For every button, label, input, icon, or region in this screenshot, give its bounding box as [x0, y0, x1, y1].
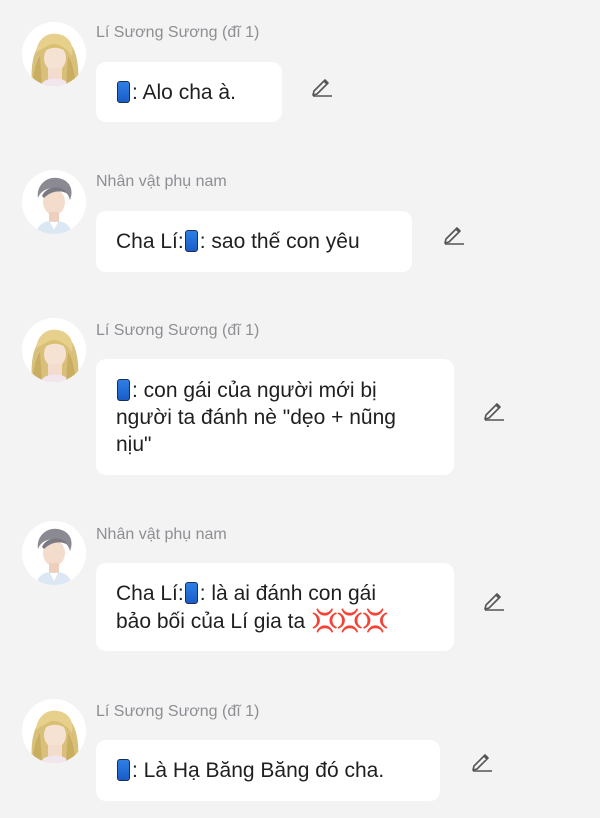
girl-portrait-icon — [22, 22, 86, 86]
sender-name: Lí Sương Sương (đĩ 1) — [96, 703, 260, 720]
edit-message-button[interactable] — [482, 588, 506, 612]
mobile-phone-emoji-icon — [184, 581, 198, 604]
chat-thread: Lí Sương Sương (đĩ 1) : Alo cha à. Nhân … — [0, 0, 600, 818]
message-line: bảo bối của Lí gia ta 💢💢💢 — [116, 607, 389, 635]
sender-name: Nhân vật phụ nam — [96, 173, 227, 190]
mobile-phone-emoji-icon — [117, 378, 130, 401]
edit-message-button[interactable] — [442, 222, 466, 246]
edit-message-button[interactable] — [482, 398, 506, 422]
man-portrait-icon — [22, 170, 86, 234]
message-line: người ta đánh nè "dẹo + nũng — [116, 405, 396, 429]
pencil-edit-icon — [444, 227, 464, 245]
avatar-girl[interactable] — [22, 22, 86, 86]
mobile-phone-emoji-icon — [117, 759, 130, 781]
message-bubble[interactable]: : Alo cha à. — [96, 62, 282, 122]
message-text: : Alo cha à. — [116, 79, 236, 106]
pencil-edit-icon — [484, 403, 504, 421]
message-text: : con gái của người mới bị người ta đánh… — [116, 377, 396, 458]
man-portrait-icon — [22, 521, 86, 585]
avatar-man[interactable] — [22, 170, 86, 234]
message-text-content: : sao thế con yêu — [199, 230, 360, 253]
message-text-content: : Alo cha à. — [132, 80, 236, 104]
message-text-content: bảo bối của Lí gia ta — [116, 609, 306, 633]
message-text: Cha Lí: : là ai đánh con gái bảo bối của … — [116, 580, 389, 635]
message-line: : con gái của người mới bị — [116, 377, 396, 404]
speaker-prefix: Cha Lí: — [116, 581, 184, 605]
anger-symbol-emoji: 💢💢💢 — [311, 607, 389, 633]
pencil-edit-icon — [484, 593, 504, 611]
girl-portrait-icon — [22, 318, 86, 382]
message-text-content: : con gái của người mới bị — [132, 378, 377, 402]
message-text: : Là Hạ Băng Băng đó cha. — [116, 757, 384, 784]
pencil-edit-icon — [312, 79, 332, 97]
message-text: Cha Lí: : sao thế con yêu — [116, 228, 360, 255]
message-bubble[interactable]: Cha Lí: : sao thế con yêu — [96, 211, 412, 272]
mobile-phone-emoji-icon — [184, 230, 198, 252]
message-bubble[interactable]: Cha Lí: : là ai đánh con gái bảo bối của … — [96, 563, 454, 651]
message-bubble[interactable]: : Là Hạ Băng Băng đó cha. — [96, 740, 440, 801]
sender-name: Lí Sương Sương (đĩ 1) — [96, 24, 260, 41]
message-line: Cha Lí: : là ai đánh con gái — [116, 580, 387, 607]
sender-name: Nhân vật phụ nam — [96, 526, 227, 543]
avatar-girl[interactable] — [22, 699, 86, 763]
speaker-prefix: Cha Lí: — [116, 230, 184, 253]
edit-message-button[interactable] — [470, 749, 494, 773]
message-line: nịu" — [116, 432, 152, 456]
pencil-edit-icon — [472, 754, 492, 772]
avatar-man[interactable] — [22, 521, 86, 585]
sender-name: Lí Sương Sương (đĩ 1) — [96, 322, 260, 339]
edit-message-button[interactable] — [310, 74, 334, 98]
girl-portrait-icon — [22, 699, 86, 763]
avatar-girl[interactable] — [22, 318, 86, 382]
message-bubble[interactable]: : con gái của người mới bị người ta đánh… — [96, 359, 454, 475]
message-text-content: : là ai đánh con gái — [199, 581, 377, 605]
message-text-content: : Là Hạ Băng Băng đó cha. — [132, 759, 385, 782]
mobile-phone-emoji-icon — [117, 80, 130, 103]
